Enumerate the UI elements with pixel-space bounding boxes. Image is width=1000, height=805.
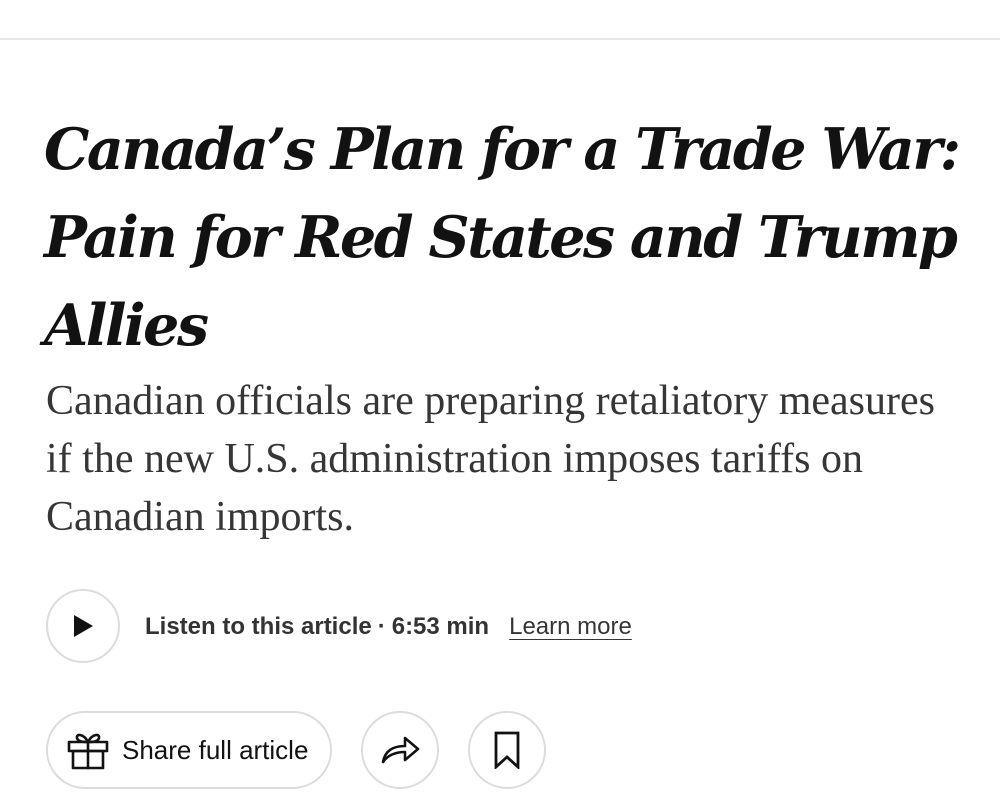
- share-full-article-button[interactable]: Share full article: [46, 711, 332, 789]
- gift-icon: [66, 730, 110, 770]
- share-button[interactable]: [361, 711, 439, 789]
- play-icon: [71, 613, 95, 639]
- audio-duration: 6:53 min: [391, 613, 490, 640]
- top-divider: [0, 38, 1000, 40]
- learn-more-link[interactable]: Learn more: [509, 613, 632, 641]
- separator-dot: ·: [377, 613, 386, 640]
- article-headline: Canada’s Plan for a Trade War: Pain for …: [44, 116, 961, 359]
- bookmark-icon: [493, 731, 521, 769]
- listen-label: Listen to this article: [145, 613, 372, 640]
- article-summary: Canadian officials are preparing retalia…: [46, 378, 935, 540]
- share-arrow-icon: [379, 734, 421, 766]
- share-label: Share full article: [122, 734, 309, 765]
- save-bookmark-button[interactable]: [468, 711, 546, 789]
- listen-row: Listen to this article · 6:53 min Learn …: [145, 609, 632, 645]
- play-audio-button[interactable]: [46, 589, 120, 663]
